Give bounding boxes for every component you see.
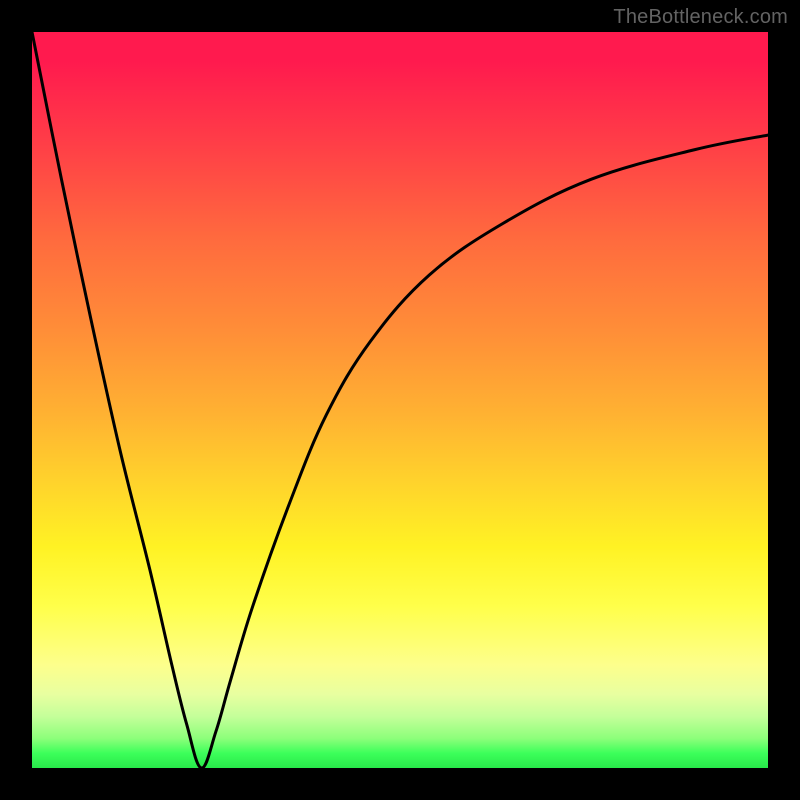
curve-marker (137, 504, 161, 599)
curve-marker (133, 489, 157, 584)
curve-marker (153, 573, 175, 668)
curve-marker (195, 696, 231, 768)
bottleneck-curve (32, 32, 768, 768)
curve-marker (142, 519, 164, 614)
bottleneck-curve-path (32, 32, 768, 768)
curve-marker (258, 492, 291, 584)
chart-stage: TheBottleneck.com (0, 0, 800, 800)
curve-markers (133, 489, 291, 768)
watermark-text: TheBottleneck.com (613, 6, 788, 29)
curve-marker (159, 599, 181, 694)
plot-area (32, 32, 768, 768)
curve-marker (149, 555, 171, 650)
curve-marker (248, 520, 281, 612)
curve-layer (32, 32, 768, 768)
